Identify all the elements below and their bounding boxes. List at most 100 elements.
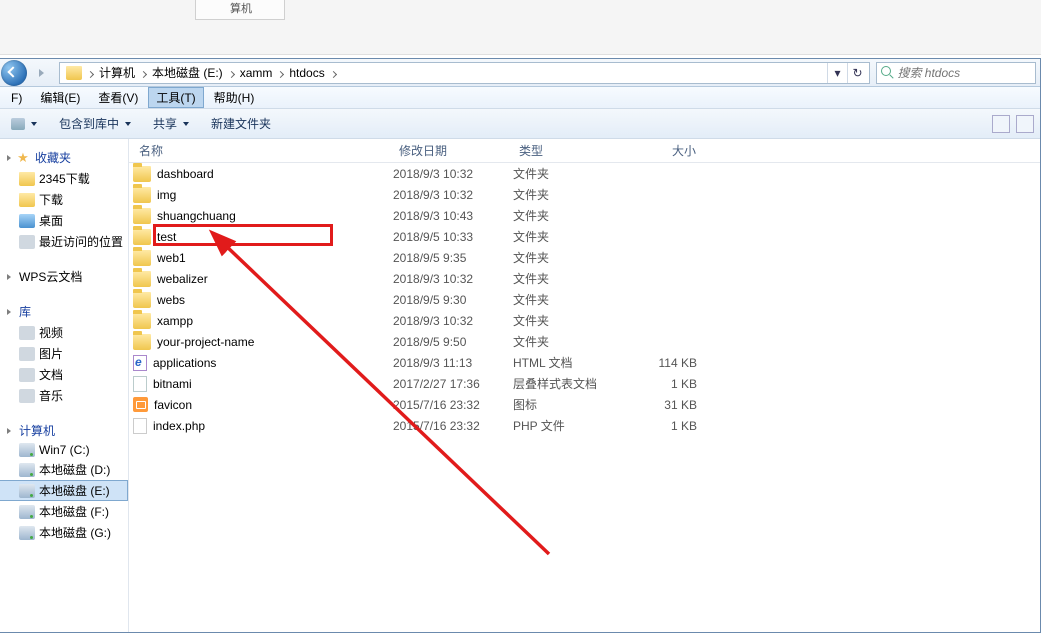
file-row[interactable]: bitnami2017/2/27 17:36层叠样式表文档1 KB <box>129 373 1040 394</box>
file-row[interactable]: shuangchuang2018/9/3 10:43文件夹 <box>129 205 1040 226</box>
star-icon: ★ <box>15 151 31 165</box>
sidebar-group-head[interactable]: ★ 收藏夹 <box>0 147 128 168</box>
sidebar-group-head[interactable]: 计算机 <box>0 420 128 441</box>
sidebar-group-head[interactable]: WPS云文档 <box>0 266 128 287</box>
file-row[interactable]: web12018/9/5 9:35文件夹 <box>129 247 1040 268</box>
menu-item[interactable]: 帮助(H) <box>206 87 263 108</box>
sidebar-group-head[interactable]: 库 <box>0 301 128 322</box>
preview-pane-button[interactable] <box>1016 115 1034 133</box>
file-name: test <box>157 230 176 244</box>
refresh-button[interactable]: ↻ <box>847 63 867 83</box>
sidebar-item[interactable]: 本地磁盘 (G:) <box>0 522 128 543</box>
address-dropdown[interactable]: ▾ <box>827 63 847 83</box>
sidebar-item[interactable]: 本地磁盘 (F:) <box>0 501 128 522</box>
file-date: 2018/9/5 10:33 <box>393 230 513 244</box>
file-row[interactable]: your-project-name2018/9/5 9:50文件夹 <box>129 331 1040 352</box>
file-date: 2018/9/3 10:32 <box>393 167 513 181</box>
back-button[interactable] <box>1 60 27 86</box>
sidebar-item[interactable]: 最近访问的位置 <box>0 231 128 252</box>
sidebar-item[interactable]: 音乐 <box>0 385 128 406</box>
sidebar-item[interactable]: 下载 <box>0 189 128 210</box>
sidebar-group-label: WPS云文档 <box>19 268 82 285</box>
file-type: 图标 <box>513 396 623 413</box>
view-options-button[interactable] <box>992 115 1010 133</box>
sidebar-item[interactable]: 2345下载 <box>0 168 128 189</box>
explorer-body: ★ 收藏夹 2345下载下载桌面最近访问的位置 WPS云文档库视频图片文档音乐计算机 W… <box>0 139 1040 632</box>
file-row[interactable]: webs2018/9/5 9:30文件夹 <box>129 289 1040 310</box>
expand-icon <box>7 428 11 434</box>
column-date[interactable]: 修改日期 <box>393 139 513 163</box>
generic-icon <box>19 347 35 361</box>
sidebar-item[interactable]: 本地磁盘 (E:) <box>0 480 128 501</box>
sidebar-group: WPS云文档 <box>0 266 128 287</box>
sidebar-item-label: 本地磁盘 (G:) <box>39 524 111 541</box>
newfolder-label: 新建文件夹 <box>211 115 271 132</box>
sidebar-group-label: 收藏夹 <box>35 149 71 166</box>
file-row[interactable]: favicon2015/7/16 23:32图标31 KB <box>129 394 1040 415</box>
file-size: 1 KB <box>623 419 703 433</box>
forward-button[interactable] <box>29 62 53 84</box>
file-name: web1 <box>157 251 186 265</box>
file-type: 文件夹 <box>513 186 623 203</box>
file-type: 文件夹 <box>513 312 623 329</box>
address-bar[interactable]: 计算机本地磁盘 (E:) xamm htdocs ▾ ↻ <box>59 62 870 84</box>
file-row[interactable]: webalizer2018/9/3 10:32文件夹 <box>129 268 1040 289</box>
folder-icon <box>133 313 151 329</box>
column-size[interactable]: 大小 <box>623 139 703 163</box>
generic-icon <box>19 326 35 340</box>
folder-icon <box>66 66 82 80</box>
file-row[interactable]: img2018/9/3 10:32文件夹 <box>129 184 1040 205</box>
chevron-right-icon[interactable] <box>276 66 285 80</box>
search-input[interactable] <box>897 66 1031 80</box>
toolbar: 包含到库中 共享 新建文件夹 <box>0 109 1040 139</box>
sidebar-item-label: 最近访问的位置 <box>39 233 123 250</box>
share-button[interactable]: 共享 <box>147 113 195 134</box>
sidebar-item[interactable]: 本地磁盘 (D:) <box>0 459 128 480</box>
include-in-library-button[interactable]: 包含到库中 <box>53 113 137 134</box>
menu-item[interactable]: 查看(V) <box>90 87 146 108</box>
chevron-right-icon[interactable] <box>329 66 338 80</box>
chevron-right-icon[interactable] <box>227 66 236 80</box>
breadcrumb-item[interactable]: 本地磁盘 (E:) <box>148 66 227 80</box>
chevron-right-icon[interactable] <box>86 66 95 80</box>
sidebar-item[interactable]: 视频 <box>0 322 128 343</box>
menu-item[interactable]: 工具(T) <box>148 87 203 108</box>
column-name[interactable]: 名称 <box>133 139 393 163</box>
new-folder-button[interactable]: 新建文件夹 <box>205 113 277 134</box>
sidebar-item[interactable]: 桌面 <box>0 210 128 231</box>
search-icon <box>881 66 893 80</box>
file-row[interactable]: applications2018/9/3 11:13HTML 文档114 KB <box>129 352 1040 373</box>
file-name: favicon <box>154 398 192 412</box>
chevron-down-icon <box>125 122 131 126</box>
navigation-pane: ★ 收藏夹 2345下载下载桌面最近访问的位置 WPS云文档库视频图片文档音乐计算机 W… <box>0 139 129 632</box>
breadcrumb-item[interactable]: htdocs <box>285 66 328 80</box>
file-type: 文件夹 <box>513 249 623 266</box>
organize-button[interactable] <box>5 116 43 132</box>
breadcrumb-item[interactable]: 计算机 <box>95 66 139 80</box>
drive-icon <box>19 526 35 540</box>
file-row[interactable]: dashboard2018/9/3 10:32文件夹 <box>129 163 1040 184</box>
file-date: 2018/9/3 10:32 <box>393 314 513 328</box>
expand-icon <box>7 309 11 315</box>
sidebar-item-label: Win7 (C:) <box>39 443 90 457</box>
sidebar-item[interactable]: 图片 <box>0 343 128 364</box>
column-type[interactable]: 类型 <box>513 139 623 163</box>
sidebar-item-label: 文档 <box>39 366 63 383</box>
file-row[interactable]: index.php2015/7/16 23:32PHP 文件1 KB <box>129 415 1040 436</box>
folder-icon <box>133 208 151 224</box>
menu-bar: F)编辑(E)查看(V)工具(T)帮助(H) <box>0 87 1040 109</box>
sidebar-item-label: 2345下载 <box>39 170 90 187</box>
menu-item[interactable]: F) <box>3 89 30 107</box>
menu-item[interactable]: 编辑(E) <box>32 87 88 108</box>
file-row[interactable]: test2018/9/5 10:33文件夹 <box>129 226 1040 247</box>
file-type: 文件夹 <box>513 333 623 350</box>
sidebar-item[interactable]: 文档 <box>0 364 128 385</box>
file-name: dashboard <box>157 167 214 181</box>
sidebar-item[interactable]: Win7 (C:) <box>0 441 128 459</box>
search-box[interactable] <box>876 62 1036 84</box>
column-headers: 名称 修改日期 类型 大小 <box>129 139 1040 163</box>
file-row[interactable]: xampp2018/9/3 10:32文件夹 <box>129 310 1040 331</box>
file-date: 2018/9/3 10:32 <box>393 188 513 202</box>
chevron-right-icon[interactable] <box>139 66 148 80</box>
breadcrumb-item[interactable]: xamm <box>236 66 277 80</box>
